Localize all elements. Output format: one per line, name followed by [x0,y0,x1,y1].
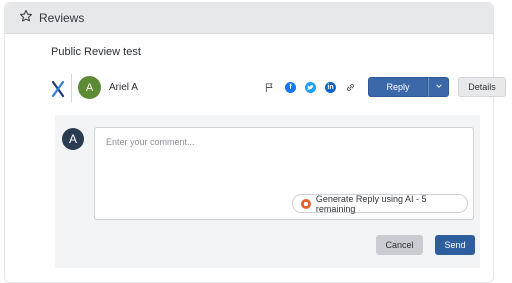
facebook-icon[interactable]: f [285,82,296,93]
ai-button-label: Generate Reply using AI - 5 remaining [315,193,427,214]
review-title: Public Review test [51,46,141,58]
author-avatar: A [78,76,101,99]
details-button[interactable]: Details [458,77,506,97]
star-icon [19,9,33,28]
send-button[interactable]: Send [435,235,475,255]
flag-icon[interactable] [264,82,275,93]
ai-sparkle-icon [301,198,311,209]
comment-box: Generate Reply using AI - 5 remaining [94,127,474,220]
divider [71,74,72,102]
reply-composer: A Generate Reply using AI - 5 remaining … [55,115,480,268]
link-icon[interactable] [345,82,356,93]
reply-button[interactable]: Reply [368,77,428,97]
author-name: Ariel A [109,82,138,93]
brand-x-icon [51,80,65,98]
linkedin-icon[interactable]: in [325,82,336,93]
review-meta-row: A Ariel A f in Reply Details [51,74,506,102]
cancel-button[interactable]: Cancel [376,235,423,255]
twitter-icon[interactable] [305,82,316,93]
panel-header: Reviews [5,3,493,34]
chevron-down-icon [435,82,443,92]
panel-title: Reviews [39,11,85,25]
generate-ai-reply-button[interactable]: Generate Reply using AI - 5 remaining [292,193,468,214]
reply-dropdown-toggle[interactable] [428,77,449,97]
current-user-avatar: A [62,128,84,150]
